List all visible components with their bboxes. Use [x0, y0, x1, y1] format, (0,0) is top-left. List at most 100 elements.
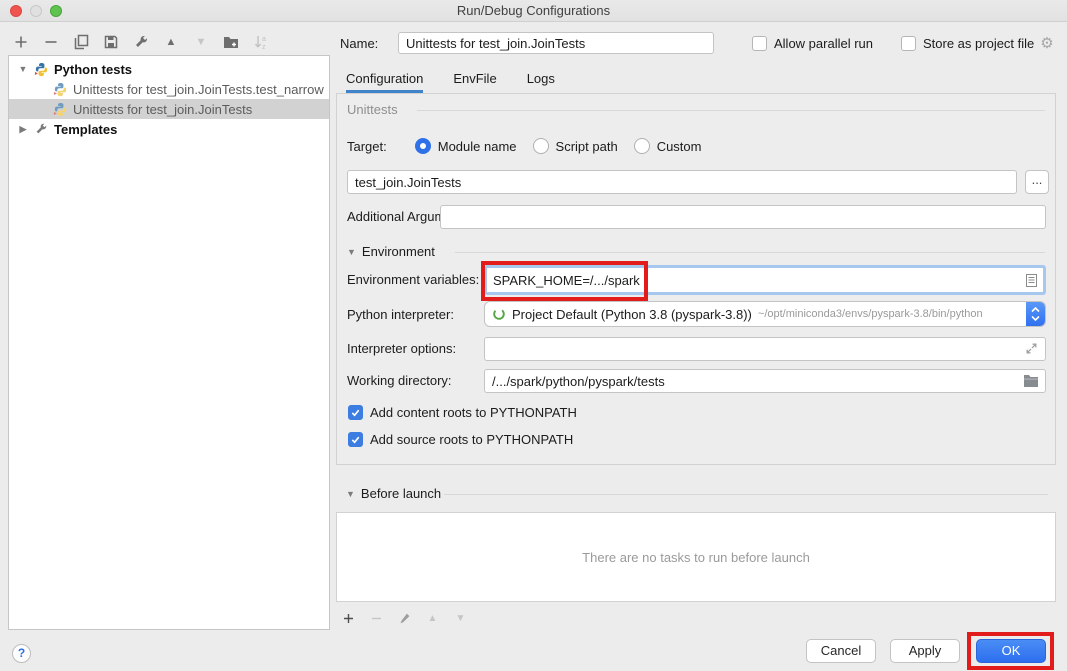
svg-text:a: a [262, 36, 266, 43]
add-task-button[interactable] [341, 610, 356, 626]
interpreter-name: Project Default (Python 3.8 (pyspark-3.8… [512, 307, 752, 322]
triangle-up-icon: ▲ [166, 36, 177, 48]
remove-task-button[interactable] [369, 610, 384, 626]
interpreter-options-input[interactable] [484, 337, 1046, 361]
save-configuration-button[interactable] [102, 33, 120, 51]
before-launch-section-header[interactable]: ▼ Before launch [346, 486, 441, 501]
before-launch-toolbar: ▲ ▼ [341, 608, 468, 628]
wrench-icon [34, 122, 49, 137]
configurations-tree: ▼ Python tests Unittests for test_join.J… [8, 55, 330, 630]
plus-icon [13, 34, 29, 50]
add-content-roots-checkbox[interactable]: Add content roots to PYTHONPATH [348, 405, 577, 420]
tree-item-python-tests[interactable]: ▼ Python tests [9, 59, 329, 79]
interpreter-env-icon [492, 307, 506, 321]
name-label: Name: [340, 36, 398, 51]
cancel-button[interactable]: Cancel [806, 639, 876, 663]
target-option-label: Custom [657, 139, 702, 154]
remove-configuration-button[interactable] [42, 33, 60, 51]
python-interpreter-select[interactable]: Project Default (Python 3.8 (pyspark-3.8… [484, 301, 1046, 327]
checkbox-unchecked-icon[interactable] [901, 36, 916, 51]
copy-configuration-button[interactable] [72, 33, 90, 51]
apply-button[interactable]: Apply [890, 639, 960, 663]
ok-button[interactable]: OK [976, 639, 1046, 663]
target-row: Target: Module name Script path Custom [347, 138, 701, 154]
add-configuration-button[interactable] [12, 33, 30, 51]
folder-icon[interactable] [1023, 374, 1039, 387]
save-icon [103, 34, 119, 50]
allow-parallel-run-label: Allow parallel run [774, 36, 873, 51]
checkbox-checked-icon[interactable] [348, 405, 363, 420]
triangle-down-icon: ▼ [196, 36, 207, 48]
tree-item-templates[interactable]: ▶ Templates [9, 119, 329, 139]
chevron-down-icon[interactable]: ▼ [17, 64, 29, 74]
target-option-label: Module name [438, 139, 517, 154]
environment-section-header[interactable]: ▼ Environment [347, 244, 435, 259]
pencil-icon [398, 612, 411, 625]
tree-item-unittests-test-narrow[interactable]: Unittests for test_join.JoinTests.test_n… [9, 79, 329, 99]
configuration-panel: Unittests Target: Module name Script pat… [336, 93, 1056, 465]
radio-unselected-icon[interactable] [533, 138, 549, 154]
python-tests-icon [34, 62, 49, 77]
working-directory-label: Working directory: [347, 373, 452, 388]
chevron-down-icon[interactable]: ▼ [346, 489, 355, 499]
target-option-label: Script path [556, 139, 618, 154]
chevron-right-icon[interactable]: ▶ [17, 124, 29, 135]
radio-unselected-icon[interactable] [634, 138, 650, 154]
target-option-module-name[interactable]: Module name [415, 138, 517, 154]
wrench-icon [133, 34, 149, 50]
help-button[interactable]: ? [12, 644, 31, 663]
edit-task-button[interactable] [397, 610, 412, 626]
gear-icon[interactable]: ⚙ [1040, 34, 1053, 52]
environment-variables-field[interactable] [484, 265, 1046, 295]
move-task-up-button[interactable]: ▲ [425, 610, 440, 626]
triangle-up-icon: ▲ [428, 613, 438, 624]
sort-az-icon: az [253, 34, 269, 50]
working-directory-input[interactable] [484, 369, 1046, 393]
tab-bar: Configuration EnvFile Logs [336, 66, 1056, 93]
allow-parallel-run-checkbox[interactable]: Allow parallel run [752, 36, 873, 51]
environment-variables-input[interactable] [487, 269, 1025, 291]
tree-item-label: Unittests for test_join.JoinTests.test_n… [73, 82, 324, 97]
radio-selected-icon[interactable] [415, 138, 431, 154]
tab-configuration[interactable]: Configuration [346, 71, 423, 93]
window-title: Run/Debug Configurations [0, 3, 1067, 18]
name-input[interactable] [398, 32, 714, 54]
additional-arguments-input[interactable] [440, 205, 1046, 229]
triangle-down-icon: ▼ [456, 613, 466, 624]
before-launch-task-list: There are no tasks to run before launch [336, 512, 1056, 602]
unittests-group-label: Unittests [347, 102, 398, 117]
add-content-roots-label: Add content roots to PYTHONPATH [370, 405, 577, 420]
folder-plus-icon [223, 34, 239, 50]
python-tests-icon [53, 102, 68, 117]
titlebar: Run/Debug Configurations [0, 0, 1067, 22]
browse-button[interactable]: ... [1025, 170, 1049, 194]
browse-env-vars-icon[interactable] [1025, 273, 1038, 288]
copy-icon [73, 34, 89, 50]
select-stepper-icon[interactable] [1026, 301, 1045, 327]
move-task-down-button[interactable]: ▼ [453, 610, 468, 626]
chevron-down-icon[interactable]: ▼ [347, 247, 356, 257]
module-name-input[interactable] [347, 170, 1017, 194]
tree-item-label: Templates [54, 122, 117, 137]
move-up-button[interactable]: ▲ [162, 33, 180, 51]
new-folder-button[interactable] [222, 33, 240, 51]
empty-task-list-message: There are no tasks to run before launch [582, 550, 810, 565]
target-option-script-path[interactable]: Script path [533, 138, 618, 154]
interpreter-path: ~/opt/miniconda3/envs/pyspark-3.8/bin/py… [758, 308, 983, 320]
store-as-project-file-checkbox[interactable]: Store as project file [901, 36, 1034, 51]
sort-configurations-button[interactable]: az [252, 33, 270, 51]
checkbox-checked-icon[interactable] [348, 432, 363, 447]
python-interpreter-label: Python interpreter: [347, 307, 454, 322]
move-down-button[interactable]: ▼ [192, 33, 210, 51]
expand-field-icon[interactable] [1025, 342, 1038, 355]
target-label: Target: [347, 139, 387, 154]
tab-envfile[interactable]: EnvFile [453, 71, 496, 93]
environment-section-label: Environment [362, 244, 435, 259]
edit-templates-button[interactable] [132, 33, 150, 51]
add-source-roots-checkbox[interactable]: Add source roots to PYTHONPATH [348, 432, 573, 447]
target-option-custom[interactable]: Custom [634, 138, 702, 154]
checkbox-unchecked-icon[interactable] [752, 36, 767, 51]
group-divider [417, 110, 1045, 111]
tab-logs[interactable]: Logs [527, 71, 555, 93]
tree-item-unittests-jointests[interactable]: Unittests for test_join.JoinTests [9, 99, 329, 119]
